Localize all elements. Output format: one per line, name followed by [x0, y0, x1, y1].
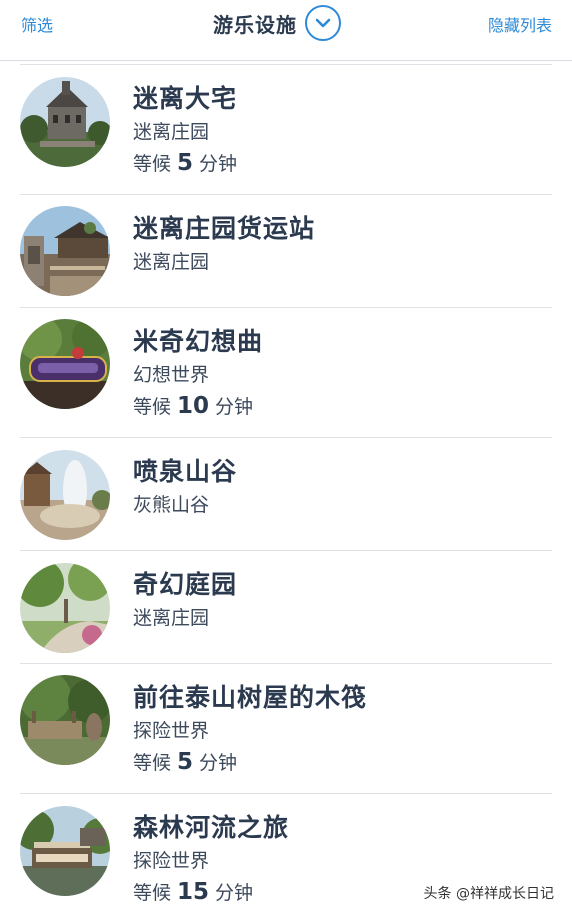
list-item[interactable]: 迷离庄园货运站 迷离庄园: [0, 195, 572, 308]
attraction-name: 喷泉山谷: [133, 457, 238, 486]
attraction-thumbnail: [20, 806, 110, 896]
list-item[interactable]: 喷泉山谷 灰熊山谷: [0, 438, 572, 551]
attraction-area: 探险世界: [133, 720, 210, 742]
top-bar: 筛选 游乐设施 隐藏列表: [0, 0, 572, 61]
wait-minutes: 10: [177, 393, 210, 419]
wait-unit: 分钟: [199, 153, 238, 175]
attraction-area: 灰熊山谷: [133, 494, 210, 516]
wait-minutes: 15: [177, 879, 210, 905]
attraction-name: 米奇幻想曲: [133, 327, 264, 356]
wait-prefix: 等候: [133, 153, 172, 175]
list-item[interactable]: 米奇幻想曲 幻想世界 等候 10 分钟: [0, 308, 572, 438]
wait-time: 等候 10 分钟: [133, 392, 253, 419]
wait-minutes: 5: [177, 150, 194, 176]
watermark-text: 头条 @祥祥成长日记: [419, 881, 558, 905]
attraction-thumbnail: [20, 206, 110, 296]
list-item[interactable]: 前往泰山树屋的木筏 探险世界 等候 5 分钟: [0, 664, 572, 794]
filter-button[interactable]: 筛选: [21, 12, 53, 36]
attraction-area: 迷离庄园: [133, 251, 210, 273]
wait-prefix: 等候: [133, 882, 172, 904]
wait-time: 等候 15 分钟: [133, 878, 253, 905]
attraction-thumbnail: [20, 77, 110, 167]
wait-time: 等候 5 分钟: [133, 149, 237, 176]
attraction-name: 迷离庄园货运站: [133, 214, 316, 243]
attraction-area: 迷离庄园: [133, 607, 210, 629]
attraction-name: 森林河流之旅: [133, 813, 290, 842]
wait-time: 等候 5 分钟: [133, 748, 237, 775]
hide-list-button[interactable]: 隐藏列表: [488, 12, 552, 36]
attraction-thumbnail: [20, 319, 110, 409]
wait-prefix: 等候: [133, 752, 172, 774]
attraction-thumbnail: [20, 675, 110, 765]
wait-minutes: 5: [177, 749, 194, 775]
chevron-down-icon[interactable]: [305, 5, 341, 41]
wait-unit: 分钟: [215, 396, 254, 418]
wait-unit: 分钟: [215, 882, 254, 904]
attraction-name: 奇幻庭园: [133, 570, 238, 599]
page-title: 游乐设施: [213, 12, 297, 37]
attraction-area: 幻想世界: [133, 364, 210, 386]
attraction-name: 迷离大宅: [133, 84, 238, 113]
attraction-thumbnail: [20, 563, 110, 653]
attraction-area: 迷离庄园: [133, 121, 210, 143]
list-item[interactable]: 奇幻庭园 迷离庄园: [0, 551, 572, 664]
attraction-area: 探险世界: [133, 850, 210, 872]
list-item[interactable]: 迷离大宅 迷离庄园 等候 5 分钟: [0, 65, 572, 195]
title-dropdown[interactable]: 游乐设施: [213, 3, 341, 43]
attraction-thumbnail: [20, 450, 110, 540]
wait-prefix: 等候: [133, 396, 172, 418]
attraction-name: 前往泰山树屋的木筏: [133, 683, 368, 712]
wait-unit: 分钟: [199, 752, 238, 774]
